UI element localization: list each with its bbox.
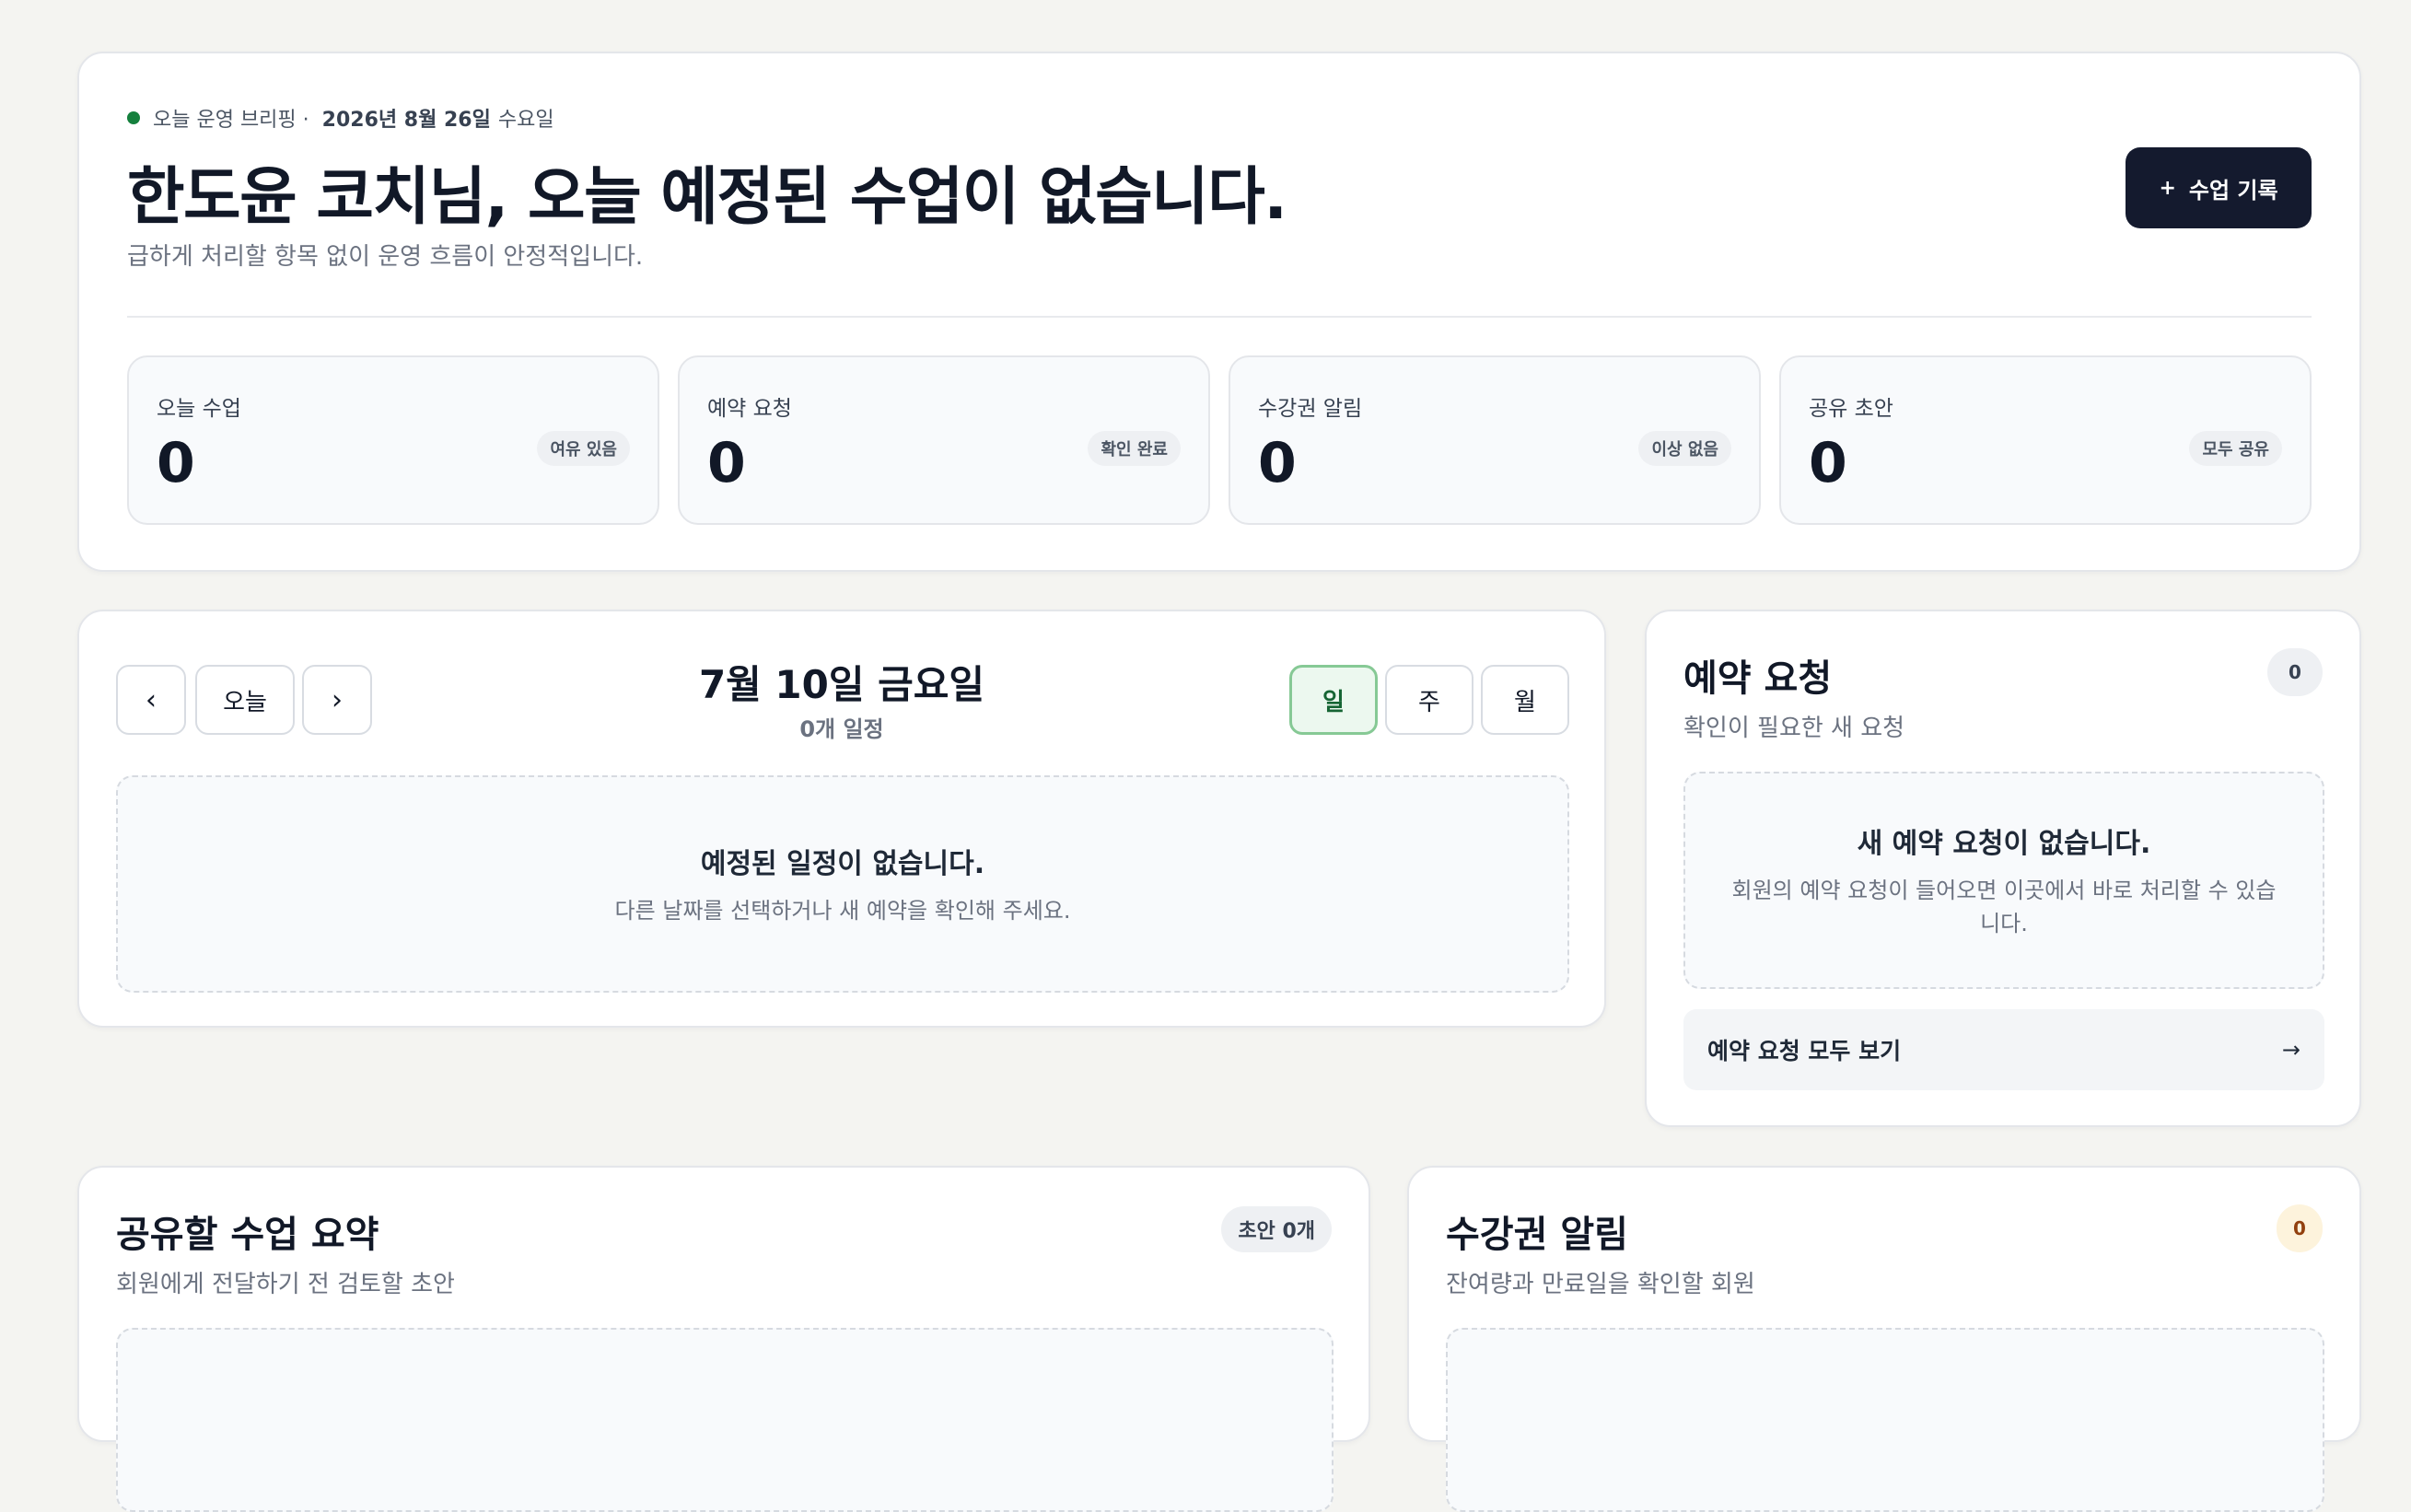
schedule-empty-state: 예정된 일정이 없습니다. 다른 날짜를 선택하거나 새 예약을 확인해 주세요… <box>116 775 1569 993</box>
count-badge: 0 <box>2267 648 2323 696</box>
view-week-tab[interactable]: 주 <box>1385 665 1473 735</box>
requests-empty-state: 새 예약 요청이 없습니다. 회원의 예약 요청이 들어오면 이곳에서 바로 처… <box>1683 772 2324 989</box>
status-dot-icon <box>127 111 140 124</box>
page-title: 한도윤 코치님, 오늘 예정된 수업이 없습니다. <box>127 161 1287 234</box>
briefing-label: 오늘 운영 브리핑 · <box>153 109 309 132</box>
divider <box>127 316 2312 318</box>
arrow-right-icon: → <box>2281 1037 2300 1063</box>
stat-value: 0 <box>157 431 195 495</box>
plus-icon: + <box>2159 176 2176 200</box>
alerts-empty-state <box>1446 1328 2324 1512</box>
stat-label: 공유 초안 <box>1809 397 1893 421</box>
panel-subtitle: 잔여량과 만료일을 확인할 회원 <box>1446 1271 1755 1298</box>
stat-label: 수강권 알림 <box>1258 397 1363 421</box>
record-lesson-button[interactable]: + 수업 기록 <box>2126 147 2312 228</box>
count-badge: 0 <box>2277 1204 2323 1252</box>
panel-title: 수강권 알림 <box>1446 1214 1628 1256</box>
empty-title: 새 예약 요청이 없습니다. <box>1857 828 2151 860</box>
stat-today-lessons[interactable]: 오늘 수업 0 여유 있음 <box>127 355 659 525</box>
stat-badge: 이상 없음 <box>1638 431 1731 466</box>
stat-badge: 확인 완료 <box>1088 431 1181 466</box>
schedule-card: ‹ 오늘 › 7월 10일 금요일 0개 일정 일 주 월 예정된 일정이 없습… <box>77 610 1606 1028</box>
see-all-label: 예약 요청 모두 보기 <box>1707 1038 1902 1064</box>
empty-description: 다른 날짜를 선택하거나 새 예약을 확인해 주세요. <box>614 898 1071 924</box>
record-lesson-label: 수업 기록 <box>2188 177 2278 204</box>
draft-count-badge: 초안 0개 <box>1221 1206 1332 1252</box>
stat-label: 오늘 수업 <box>157 397 241 421</box>
briefing-card: 오늘 운영 브리핑 · 2026년 8월 26일 수요일 한도윤 코치님, 오늘… <box>77 52 2361 572</box>
booking-requests-card: 예약 요청 확인이 필요한 새 요청 0 새 예약 요청이 없습니다. 회원의 … <box>1645 610 2361 1127</box>
pass-alerts-card: 수강권 알림 잔여량과 만료일을 확인할 회원 0 <box>1407 1166 2361 1512</box>
stat-booking-requests[interactable]: 예약 요청 0 확인 완료 <box>678 355 1210 525</box>
stat-value: 0 <box>1258 431 1297 495</box>
panel-subtitle: 회원에게 전달하기 전 검토할 초안 <box>116 1271 455 1298</box>
panel-title: 공유할 수업 요약 <box>116 1214 379 1256</box>
stat-badge: 여유 있음 <box>537 431 630 466</box>
empty-description: 회원의 예약 요청이 들어오면 이곳에서 바로 처리할 수 있습니다. <box>1731 878 2277 936</box>
summaries-empty-state <box>116 1328 1334 1512</box>
stat-badge: 모두 공유 <box>2189 431 2282 466</box>
briefing-eyebrow: 오늘 운영 브리핑 · 2026년 8월 26일 수요일 <box>127 103 554 133</box>
panel-subtitle: 확인이 필요한 새 요청 <box>1683 715 1905 742</box>
stat-value: 0 <box>707 431 746 495</box>
stat-value: 0 <box>1809 431 1847 495</box>
stat-label: 예약 요청 <box>707 397 792 421</box>
panel-title: 예약 요청 <box>1683 657 1833 700</box>
stat-shared-drafts[interactable]: 공유 초안 0 모두 공유 <box>1779 355 2312 525</box>
lesson-summaries-card: 공유할 수업 요약 회원에게 전달하기 전 검토할 초안 초안 0개 <box>77 1166 1370 1512</box>
briefing-date: 2026년 8월 26일 <box>321 109 491 132</box>
briefing-weekday: 수요일 <box>497 109 554 132</box>
view-month-tab[interactable]: 월 <box>1481 665 1569 735</box>
empty-title: 예정된 일정이 없습니다. <box>700 848 985 880</box>
see-all-requests-link[interactable]: 예약 요청 모두 보기 → <box>1683 1009 2324 1090</box>
page-subtitle: 급하게 처리할 항목 없이 운영 흐름이 안정적입니다. <box>127 243 644 271</box>
stat-pass-alerts[interactable]: 수강권 알림 0 이상 없음 <box>1229 355 1761 525</box>
view-day-tab[interactable]: 일 <box>1289 665 1378 735</box>
